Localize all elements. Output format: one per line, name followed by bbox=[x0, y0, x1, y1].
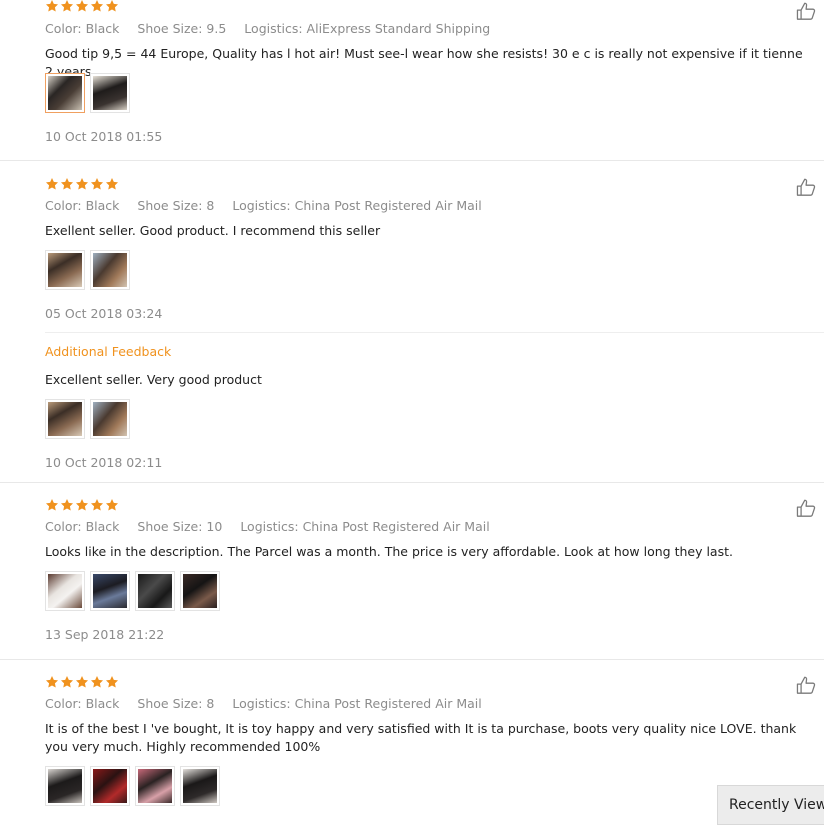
review-meta: Color: Black Shoe Size: 8 Logistics: Chi… bbox=[45, 696, 496, 711]
review-meta: Color: Black Shoe Size: 8 Logistics: Chi… bbox=[45, 198, 496, 213]
additional-feedback-date: 10 Oct 2018 02:11 bbox=[45, 455, 163, 470]
review-photo-thumbnail[interactable] bbox=[45, 571, 85, 611]
helpful-button[interactable] bbox=[796, 675, 824, 695]
star-icon bbox=[105, 0, 119, 13]
color-option: Color: Black bbox=[45, 198, 120, 213]
review-photo-thumbnail[interactable] bbox=[45, 766, 85, 806]
star-icon bbox=[75, 675, 89, 689]
review-photo-thumbnail[interactable] bbox=[180, 571, 220, 611]
star-icon bbox=[105, 498, 119, 512]
logistics-option: Logistics: China Post Registered Air Mai… bbox=[232, 198, 482, 213]
additional-feedback-text: Excellent seller. Very good product bbox=[45, 372, 262, 387]
star-icon bbox=[90, 0, 104, 13]
logistics-option: Logistics: China Post Registered Air Mai… bbox=[240, 519, 490, 534]
helpful-button[interactable] bbox=[796, 1, 824, 21]
review-meta: Color: Black Shoe Size: 10 Logistics: Ch… bbox=[45, 519, 504, 534]
review-photo-thumbnail[interactable] bbox=[90, 250, 130, 290]
helpful-button[interactable] bbox=[796, 498, 824, 518]
logistics-option: Logistics: AliExpress Standard Shipping bbox=[244, 21, 491, 36]
star-icon bbox=[90, 675, 104, 689]
thumbs-up-icon bbox=[796, 675, 824, 695]
additional-feedback-photos bbox=[45, 399, 130, 439]
review-text: Exellent seller. Good product. I recomme… bbox=[45, 223, 381, 238]
thumbs-up-icon bbox=[796, 1, 824, 21]
review-photo-thumbnail[interactable] bbox=[135, 571, 175, 611]
review-text: Looks like in the description. The Parce… bbox=[45, 544, 733, 559]
review-date: 10 Oct 2018 01:55 bbox=[45, 129, 163, 144]
review-photo-thumbnail[interactable] bbox=[90, 571, 130, 611]
feedback-divider bbox=[45, 332, 824, 333]
star-rating bbox=[45, 675, 119, 691]
review-date: 13 Sep 2018 21:22 bbox=[45, 627, 165, 642]
review-photo-thumbnail[interactable] bbox=[90, 766, 130, 806]
review-photos bbox=[45, 250, 130, 290]
review-photo-thumbnail[interactable] bbox=[135, 766, 175, 806]
star-icon bbox=[45, 0, 59, 13]
star-icon bbox=[45, 177, 59, 191]
star-rating bbox=[45, 498, 119, 514]
star-rating bbox=[45, 177, 119, 193]
review-photos bbox=[45, 73, 130, 113]
color-option: Color: Black bbox=[45, 21, 120, 36]
helpful-button[interactable] bbox=[796, 177, 824, 197]
review-photo-thumbnail[interactable] bbox=[45, 73, 85, 113]
review-text: Good tip 9,5 = 44 Europe, Quality has l … bbox=[45, 46, 803, 79]
logistics-option: Logistics: China Post Registered Air Mai… bbox=[232, 696, 482, 711]
review-photo-thumbnail[interactable] bbox=[45, 250, 85, 290]
star-icon bbox=[75, 0, 89, 13]
review-divider bbox=[0, 659, 824, 660]
star-rating bbox=[45, 0, 119, 15]
star-icon bbox=[90, 177, 104, 191]
review-date: 05 Oct 2018 03:24 bbox=[45, 306, 163, 321]
star-icon bbox=[90, 498, 104, 512]
review-meta: Color: Black Shoe Size: 9.5 Logistics: A… bbox=[45, 21, 504, 36]
star-icon bbox=[105, 177, 119, 191]
star-icon bbox=[105, 675, 119, 689]
star-icon bbox=[60, 177, 74, 191]
star-icon bbox=[60, 675, 74, 689]
star-icon bbox=[60, 0, 74, 13]
star-icon bbox=[45, 498, 59, 512]
review-text: It is of the best I 've bought, It is to… bbox=[45, 721, 797, 754]
star-icon bbox=[75, 177, 89, 191]
size-option: Shoe Size: 9.5 bbox=[137, 21, 227, 36]
size-option: Shoe Size: 8 bbox=[137, 198, 215, 213]
review-photo-thumbnail[interactable] bbox=[90, 399, 130, 439]
recently-viewed-button[interactable]: Recently Viewed bbox=[717, 785, 824, 825]
thumbs-up-icon bbox=[796, 177, 824, 197]
size-option: Shoe Size: 10 bbox=[137, 519, 223, 534]
review-divider bbox=[0, 160, 824, 161]
review-photo-thumbnail[interactable] bbox=[90, 73, 130, 113]
star-icon bbox=[75, 498, 89, 512]
review-photo-thumbnail[interactable] bbox=[180, 766, 220, 806]
additional-feedback-label: Additional Feedback bbox=[45, 344, 172, 359]
review-photos bbox=[45, 766, 220, 806]
color-option: Color: Black bbox=[45, 519, 120, 534]
color-option: Color: Black bbox=[45, 696, 120, 711]
star-icon bbox=[60, 498, 74, 512]
review-photos bbox=[45, 571, 220, 611]
star-icon bbox=[45, 675, 59, 689]
review-divider bbox=[0, 482, 824, 483]
size-option: Shoe Size: 8 bbox=[137, 696, 215, 711]
review-photo-thumbnail[interactable] bbox=[45, 399, 85, 439]
thumbs-up-icon bbox=[796, 498, 824, 518]
